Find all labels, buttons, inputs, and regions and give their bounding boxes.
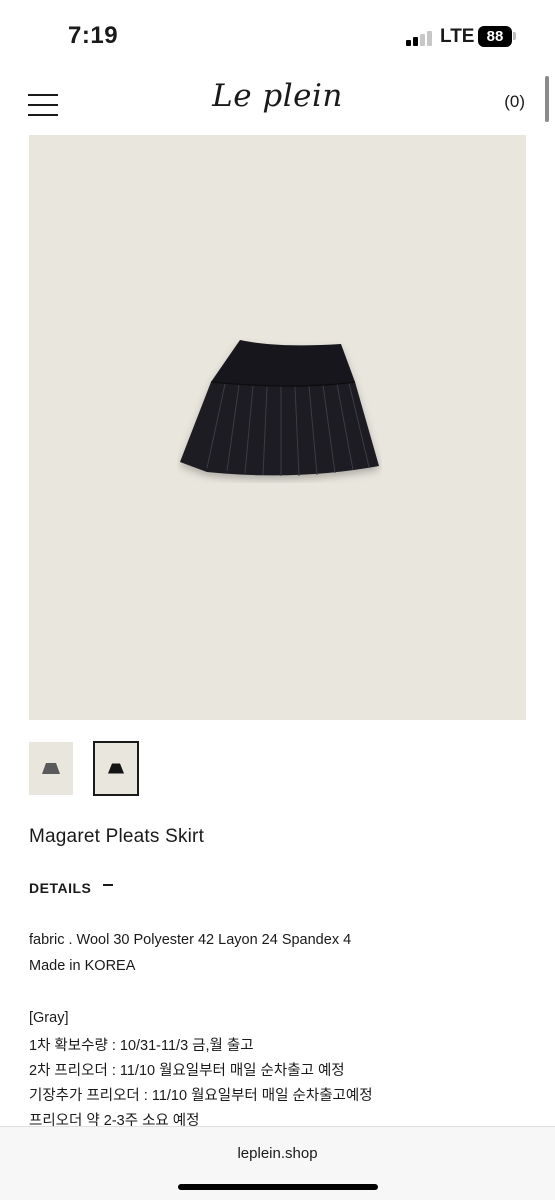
signal-icon xyxy=(406,30,434,46)
url-text[interactable]: leplein.shop xyxy=(0,1145,555,1162)
product-title: Magaret Pleats Skirt xyxy=(29,826,205,847)
thumbnail-skirt-gray xyxy=(42,762,60,774)
details-label: DETAILS xyxy=(29,880,92,896)
description-line: 기장추가 프리오더 : 11/10 월요일부터 매일 순차출고예정 xyxy=(29,1088,373,1104)
scrollbar[interactable] xyxy=(545,76,549,122)
details-toggle[interactable]: DETAILS xyxy=(29,880,114,900)
description-line: 2차 프리오더 : 11/10 월요일부터 매일 순차출고 예정 xyxy=(29,1063,345,1079)
collapse-minus-icon xyxy=(103,884,114,886)
site-logo[interactable]: Le plein xyxy=(0,78,555,114)
status-time: 7:19 xyxy=(68,22,119,49)
thumbnail-black[interactable] xyxy=(93,741,139,796)
home-indicator[interactable] xyxy=(178,1184,378,1190)
description-line: Made in KOREA xyxy=(29,958,136,974)
description-line: [Gray] xyxy=(29,1010,69,1026)
skirt-image xyxy=(177,338,382,483)
skirt-illustration xyxy=(180,340,379,477)
site-header: Le plein (0) xyxy=(0,70,555,132)
network-type: LTE xyxy=(440,26,475,47)
thumbnail-gray[interactable] xyxy=(29,742,73,795)
browser-url-bar[interactable]: leplein.shop xyxy=(0,1126,555,1200)
battery-tip xyxy=(513,32,516,40)
description-line: fabric . Wool 30 Polyester 42 Layon 24 S… xyxy=(29,932,352,948)
product-main-image[interactable] xyxy=(29,135,526,720)
battery-level: 88 xyxy=(486,28,504,45)
battery-icon: 88 xyxy=(478,26,512,47)
cart-button[interactable]: (0) xyxy=(504,92,525,112)
status-bar: 7:19 LTE 88 xyxy=(0,0,555,70)
description-line: 1차 확보수량 : 10/31-11/3 금,월 출고 xyxy=(29,1038,254,1054)
thumbnail-skirt-black xyxy=(108,763,124,773)
